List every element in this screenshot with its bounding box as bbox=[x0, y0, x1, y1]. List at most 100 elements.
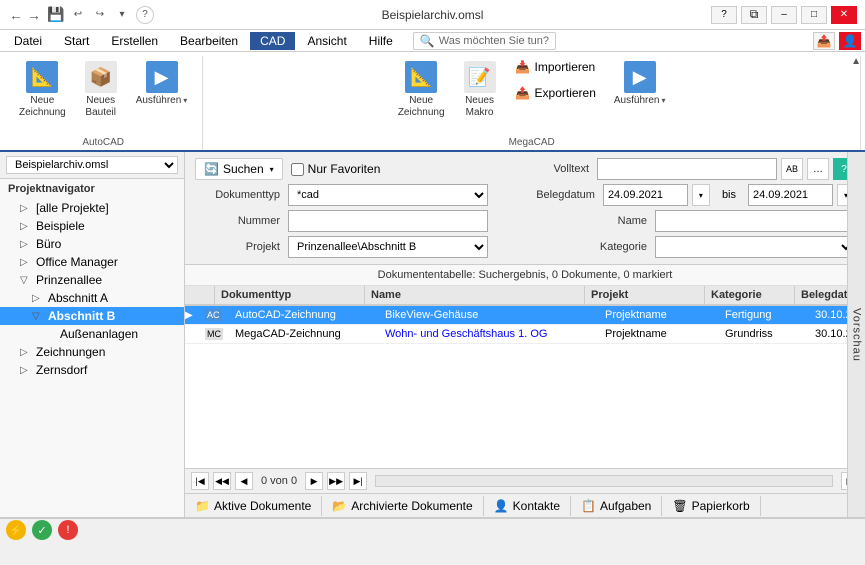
redo-icon[interactable]: ↪ bbox=[92, 7, 108, 23]
search-line-1: 🔄 Suchen ▾ Nur Favoriten Volltext AB … ? bbox=[195, 158, 855, 180]
tree-item-zernsdorf[interactable]: ▷ Zernsdorf bbox=[0, 361, 184, 379]
tree-toggle-office: ▷ bbox=[20, 257, 32, 268]
projekt-label: Projekt bbox=[195, 241, 280, 253]
td-projekt-2: Projektname bbox=[599, 325, 719, 343]
projekt-select[interactable]: Prinzenallee\Abschnitt B bbox=[288, 236, 488, 258]
status-check-icon[interactable]: ✓ bbox=[32, 520, 52, 540]
ribbon-user-btn[interactable]: 👤 bbox=[839, 32, 861, 50]
close-button[interactable]: ✕ bbox=[831, 6, 857, 24]
ribbon-ausfuehren-autocad[interactable]: ▶ Ausführen ▾ bbox=[129, 56, 195, 112]
forward-button[interactable]: → bbox=[26, 7, 42, 23]
results-status: Dokumententabelle: Suchergebnis, 0 Dokum… bbox=[185, 265, 865, 286]
tree-toggle-prinzenallee: ▽ bbox=[20, 275, 32, 286]
dropdown-icon[interactable]: ▾ bbox=[114, 7, 130, 23]
menu-ansicht[interactable]: Ansicht bbox=[297, 32, 356, 50]
th-name[interactable]: Name bbox=[365, 286, 585, 304]
volltext-dots-btn[interactable]: … bbox=[807, 158, 829, 180]
menu-bearbeiten[interactable]: Bearbeiten bbox=[170, 32, 248, 50]
suchen-dropdown-arrow: ▾ bbox=[270, 165, 274, 174]
nur-favoriten-checkbox[interactable] bbox=[291, 163, 304, 176]
dokumenttyp-select[interactable]: *cad bbox=[288, 184, 488, 206]
tree-item-office-manager[interactable]: ▷ Office Manager bbox=[0, 253, 184, 271]
kategorie-select[interactable] bbox=[655, 236, 855, 258]
horizontal-scrollbar[interactable] bbox=[375, 475, 833, 487]
ribbon-neues-makro[interactable]: 📝 NeuesMakro bbox=[456, 56, 504, 124]
minimize-button[interactable]: – bbox=[771, 6, 797, 24]
ribbon-importieren[interactable]: 📥 Importieren bbox=[508, 56, 603, 78]
menu-datei[interactable]: Datei bbox=[4, 32, 52, 50]
help-window-button[interactable]: ? bbox=[711, 6, 737, 24]
back-button[interactable]: ← bbox=[8, 7, 24, 23]
dokumenttyp-label: Dokumenttyp bbox=[195, 189, 280, 201]
page-prev-btn[interactable]: ◀ bbox=[235, 472, 253, 490]
ribbon-exportieren[interactable]: 📤 Exportieren bbox=[508, 82, 603, 104]
th-dokumenttyp[interactable]: Dokumenttyp bbox=[215, 286, 365, 304]
window-title: Beispielarchiv.omsl bbox=[382, 8, 484, 22]
sidebar: Beispielarchiv.omsl Projektnavigator ▷ [… bbox=[0, 152, 185, 517]
tab-aufgaben[interactable]: 📋 Aufgaben bbox=[571, 496, 662, 516]
maximize-button[interactable]: □ bbox=[801, 6, 827, 24]
ausfuehren-autocad-arrow: ▾ bbox=[183, 96, 187, 106]
th-projekt[interactable]: Projekt bbox=[585, 286, 705, 304]
aktive-dokumente-icon: 📁 bbox=[195, 499, 210, 513]
volltext-input[interactable] bbox=[597, 158, 777, 180]
th-icon[interactable] bbox=[185, 286, 215, 304]
vorschau-panel[interactable]: Vorschau bbox=[847, 152, 865, 517]
tree-item-zeichnungen[interactable]: ▷ Zeichnungen bbox=[0, 343, 184, 361]
save-icon[interactable]: 💾 bbox=[48, 7, 64, 23]
ribbon-import-export: 📥 Importieren 📤 Exportieren bbox=[508, 56, 603, 104]
ribbon-neues-bauteil[interactable]: 📦 NeuesBauteil bbox=[77, 56, 125, 124]
belegdatum-from-input[interactable] bbox=[603, 184, 688, 206]
table-row[interactable]: ▶ AC AutoCAD-Zeichnung BikeView-Gehäuse … bbox=[185, 306, 865, 325]
nummer-label: Nummer bbox=[195, 215, 280, 227]
status-lightning-icon[interactable]: ⚡ bbox=[6, 520, 26, 540]
tree-item-aussenanlagen[interactable]: Außenanlagen bbox=[0, 325, 184, 343]
help-icon[interactable]: ? bbox=[136, 6, 154, 24]
restore-button[interactable]: ⧉ bbox=[741, 6, 767, 24]
belegdatum-bis: bis bbox=[722, 189, 736, 201]
status-warning-icon[interactable]: ! bbox=[58, 520, 78, 540]
tree-item-buero[interactable]: ▷ Büro bbox=[0, 235, 184, 253]
page-last-btn[interactable]: ▶| bbox=[349, 472, 367, 490]
tab-papierkorb[interactable]: 🗑 Papierkorb bbox=[662, 496, 760, 516]
ribbon-collapse-button[interactable]: ▲ bbox=[851, 56, 861, 67]
tab-archivierte-dokumente[interactable]: 📂 Archivierte Dokumente bbox=[322, 496, 483, 516]
ribbon-neue-zeichnung-autocad[interactable]: 📐 NeueZeichnung bbox=[12, 56, 73, 124]
th-kategorie[interactable]: Kategorie bbox=[705, 286, 795, 304]
menu-search[interactable]: 🔍 Was möchten Sie tun? bbox=[413, 32, 556, 50]
nummer-input[interactable] bbox=[288, 210, 488, 232]
tab-kontakte[interactable]: 👤 Kontakte bbox=[484, 496, 571, 516]
tree-item-prinzenallee[interactable]: ▽ Prinzenallee bbox=[0, 271, 184, 289]
suchen-button[interactable]: 🔄 Suchen ▾ bbox=[195, 158, 283, 180]
window-controls: ? ⧉ – □ ✕ bbox=[711, 6, 857, 24]
tree-label-zernsdorf: Zernsdorf bbox=[36, 363, 87, 377]
name-input[interactable] bbox=[655, 210, 855, 232]
page-prev-fast-btn[interactable]: ◀◀ bbox=[213, 472, 231, 490]
tree-item-beispiele[interactable]: ▷ Beispiele bbox=[0, 217, 184, 235]
menu-hilfe[interactable]: Hilfe bbox=[359, 32, 403, 50]
menu-cad[interactable]: CAD bbox=[250, 32, 295, 50]
tree-label-alle: [alle Projekte] bbox=[36, 201, 109, 215]
archive-dropdown[interactable]: Beispielarchiv.omsl bbox=[6, 156, 178, 174]
titlebar: ← → 💾 ↩ ↪ ▾ ? Beispielarchiv.omsl ? ⧉ – … bbox=[0, 0, 865, 30]
ribbon-share-btn[interactable]: 📤 bbox=[813, 32, 835, 50]
menu-start[interactable]: Start bbox=[54, 32, 99, 50]
tree-item-abschnitt-b[interactable]: ▽ Abschnitt B bbox=[0, 307, 184, 325]
menu-erstellen[interactable]: Erstellen bbox=[101, 32, 168, 50]
belegdatum-label: Belegdatum bbox=[525, 189, 595, 201]
volltext-ab-btn[interactable]: AB bbox=[781, 158, 803, 180]
ribbon-ausfuehren-megacad[interactable]: ▶ Ausführen ▾ bbox=[607, 56, 673, 112]
nur-favoriten-checkbox-label[interactable]: Nur Favoriten bbox=[291, 162, 381, 176]
tree-item-alle-projekte[interactable]: ▷ [alle Projekte] bbox=[0, 199, 184, 217]
undo-icon[interactable]: ↩ bbox=[70, 7, 86, 23]
tree-item-abschnitt-a[interactable]: ▷ Abschnitt A bbox=[0, 289, 184, 307]
ribbon-neue-zeichnung-megacad[interactable]: 📐 NeueZeichnung bbox=[391, 56, 452, 124]
belegdatum-to-input[interactable] bbox=[748, 184, 833, 206]
tab-aktive-dokumente[interactable]: 📁 Aktive Dokumente bbox=[185, 496, 322, 516]
page-next-btn[interactable]: ▶ bbox=[305, 472, 323, 490]
table-row[interactable]: MC MegaCAD-Zeichnung Wohn- und Geschäfts… bbox=[185, 325, 865, 344]
belegdatum-from-picker[interactable]: ▾ bbox=[692, 184, 710, 206]
page-first-btn[interactable]: |◀ bbox=[191, 472, 209, 490]
exportieren-icon: 📤 bbox=[515, 85, 531, 101]
page-next-fast-btn[interactable]: ▶▶ bbox=[327, 472, 345, 490]
